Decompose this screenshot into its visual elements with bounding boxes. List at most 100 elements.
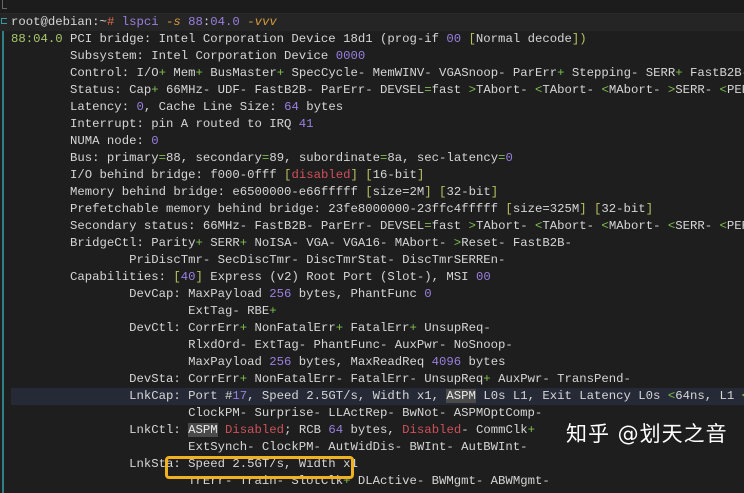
- text-segment: fast: [431, 219, 469, 233]
- text-segment: +: [151, 83, 159, 97]
- output-line: DevCtl: CorrErr+ NonFatalErr+ FatalErr+ …: [11, 320, 744, 337]
- text-segment: 32-bit: [446, 185, 491, 199]
- text-segment: [: [365, 168, 373, 182]
- text-segment: bytes,: [343, 423, 403, 437]
- text-segment: MaxPayload: [11, 355, 270, 369]
- text-segment: PERR-: [726, 83, 744, 97]
- text-segment: =: [424, 83, 432, 97]
- text-segment: 0000: [335, 49, 366, 63]
- text-segment: ]: [195, 270, 203, 284]
- text-segment: +: [409, 321, 417, 335]
- text-segment: AuxPwr- TransPend-: [490, 372, 631, 386]
- output-line: ExtTag- RBE+: [11, 303, 744, 320]
- output-line: LnkSta: Speed 2.5GT/s, Width x1: [11, 456, 744, 473]
- text-segment: 64ns, L1: [675, 389, 742, 403]
- output-line: RlxdOrd- ExtTag- PhantFunc- AuxPwr- NoSn…: [11, 337, 744, 354]
- text-segment: 64: [284, 100, 299, 114]
- text-segment: 40: [180, 270, 196, 284]
- text-segment: 04.0: [210, 15, 240, 29]
- output-line: DevCap: MaxPayload 256 bytes, PhantFunc …: [11, 286, 744, 303]
- output-line: Capabilities: [40] Express (v2) Root Por…: [11, 269, 744, 286]
- text-segment: L0s L1, Exit Latency L0s: [475, 389, 668, 403]
- output-line: 88:04.0 PCI bridge: Intel Corporation De…: [11, 31, 744, 48]
- output-line: Interrupt: pin A routed to IRQ 41: [11, 116, 744, 133]
- text-segment: NUMA node:: [11, 134, 152, 148]
- text-segment: DevCtl: CorrErr: [11, 321, 240, 335]
- text-segment: [587, 202, 594, 216]
- text-segment: +: [195, 66, 203, 80]
- text-segment: - CommClk: [461, 423, 528, 437]
- text-segment: +: [527, 423, 536, 437]
- text-segment: bytes, MaxReadReq: [291, 355, 432, 369]
- text-segment: Reset- FastB2B-: [461, 236, 572, 250]
- text-segment: ASPM: [446, 389, 476, 403]
- text-segment: 4096: [431, 355, 462, 369]
- text-segment: -s: [165, 15, 181, 29]
- text-segment: =: [158, 151, 166, 165]
- text-segment: NoISA- VGA- VGA16- MAbort-: [247, 236, 454, 250]
- text-segment: +: [335, 321, 344, 335]
- text-segment: MAbort-: [608, 219, 668, 233]
- text-segment: 0: [424, 287, 432, 301]
- output-line: MaxPayload 256 bytes, MaxReadReq 4096 by…: [11, 354, 744, 371]
- text-segment: PriDiscTmr- SecDiscTmr- DiscTmrStat- Dis…: [11, 253, 506, 267]
- text-segment: 00: [446, 32, 462, 46]
- text-segment: TAbort-: [542, 83, 602, 97]
- text-segment: TAbort-: [475, 219, 535, 233]
- text-segment: UnsupReq-: [416, 321, 491, 335]
- text-segment: 256: [269, 287, 292, 301]
- text-segment: +: [675, 66, 683, 80]
- text-segment: +: [158, 66, 166, 80]
- text-segment: 16-bit: [372, 168, 417, 182]
- text-segment: 41: [298, 117, 314, 131]
- text-segment: +: [276, 66, 285, 80]
- text-segment: +: [269, 304, 277, 318]
- output-line: Bus: primary=88, secondary=89, subordina…: [11, 150, 744, 167]
- text-segment: fast: [431, 83, 469, 97]
- text-segment: Bus: primary: [11, 151, 159, 165]
- output-line: Status: Cap+ 66MHz- UDF- FastB2B- ParErr…: [11, 82, 744, 99]
- command-block-gutter: [2, 31, 4, 493]
- text-segment: , Speed 2.5GT/s, Width x1,: [247, 389, 447, 403]
- text-segment: bytes: [461, 355, 506, 369]
- text-segment: BusMaster: [202, 66, 277, 80]
- bracket-icon: [2, 0, 7, 9]
- text-segment: Stepping- SERR: [564, 66, 676, 80]
- text-segment: Prefetchable memory behind bridge: 23fe8…: [11, 202, 506, 216]
- text-segment: I/O behind bridge: f000-0fff: [11, 168, 285, 182]
- text-segment: 17: [232, 389, 248, 403]
- output-line: I/O behind bridge: f000-0fff [disabled] …: [11, 167, 744, 184]
- output-line: Control: I/O+ Mem+ BusMaster+ SpecCycle-…: [11, 65, 744, 82]
- text-segment: ]: [579, 202, 587, 216]
- text-segment: SERR-: [675, 219, 720, 233]
- text-segment: 89, subordinate: [269, 151, 381, 165]
- text-segment: >: [468, 83, 476, 97]
- text-segment: RlxdOrd- ExtTag- PhantFunc- AuxPwr- NoSn…: [11, 338, 513, 352]
- text-segment: DevCap: MaxPayload: [11, 287, 270, 301]
- text-segment: Mem: [165, 66, 196, 80]
- terminal-top-bar: [0, 0, 744, 14]
- text-segment: 88: [180, 15, 203, 29]
- collapse-marker-icon[interactable]: [1, 18, 7, 24]
- text-segment: TAbort-: [475, 83, 535, 97]
- text-segment: root@debian:~: [11, 15, 107, 29]
- text-segment: 88:04.0: [11, 32, 63, 46]
- text-segment: 256: [269, 355, 292, 369]
- output-line: NUMA node: 0: [11, 133, 744, 150]
- text-segment: 66MHz- UDF- FastB2B- ParErr- DEVSEL: [158, 83, 425, 97]
- text-segment: -vvv: [239, 15, 277, 29]
- text-segment: Control: I/O: [11, 66, 159, 80]
- text-segment: ]: [424, 185, 432, 199]
- watermark: 知乎 @划天之音: [566, 422, 728, 446]
- text-segment: NonFatalErr: [247, 321, 336, 335]
- text-segment: , Cache Line Size:: [143, 100, 285, 114]
- text-segment: ExtTag- RBE: [11, 304, 270, 318]
- text-segment: Capabilities:: [11, 270, 174, 284]
- output-line: Prefetchable memory behind bridge: 23fe8…: [11, 201, 744, 218]
- text-segment: Interrupt: pin A routed to IRQ: [11, 117, 299, 131]
- text-segment: [: [461, 32, 476, 46]
- text-segment: <: [601, 83, 609, 97]
- text-segment: Normal decode: [475, 32, 572, 46]
- text-segment: DLActive- BWMgmt- ABWMgmt-: [350, 474, 550, 488]
- output-line: Subsystem: Intel Corporation Device 0000: [11, 48, 744, 65]
